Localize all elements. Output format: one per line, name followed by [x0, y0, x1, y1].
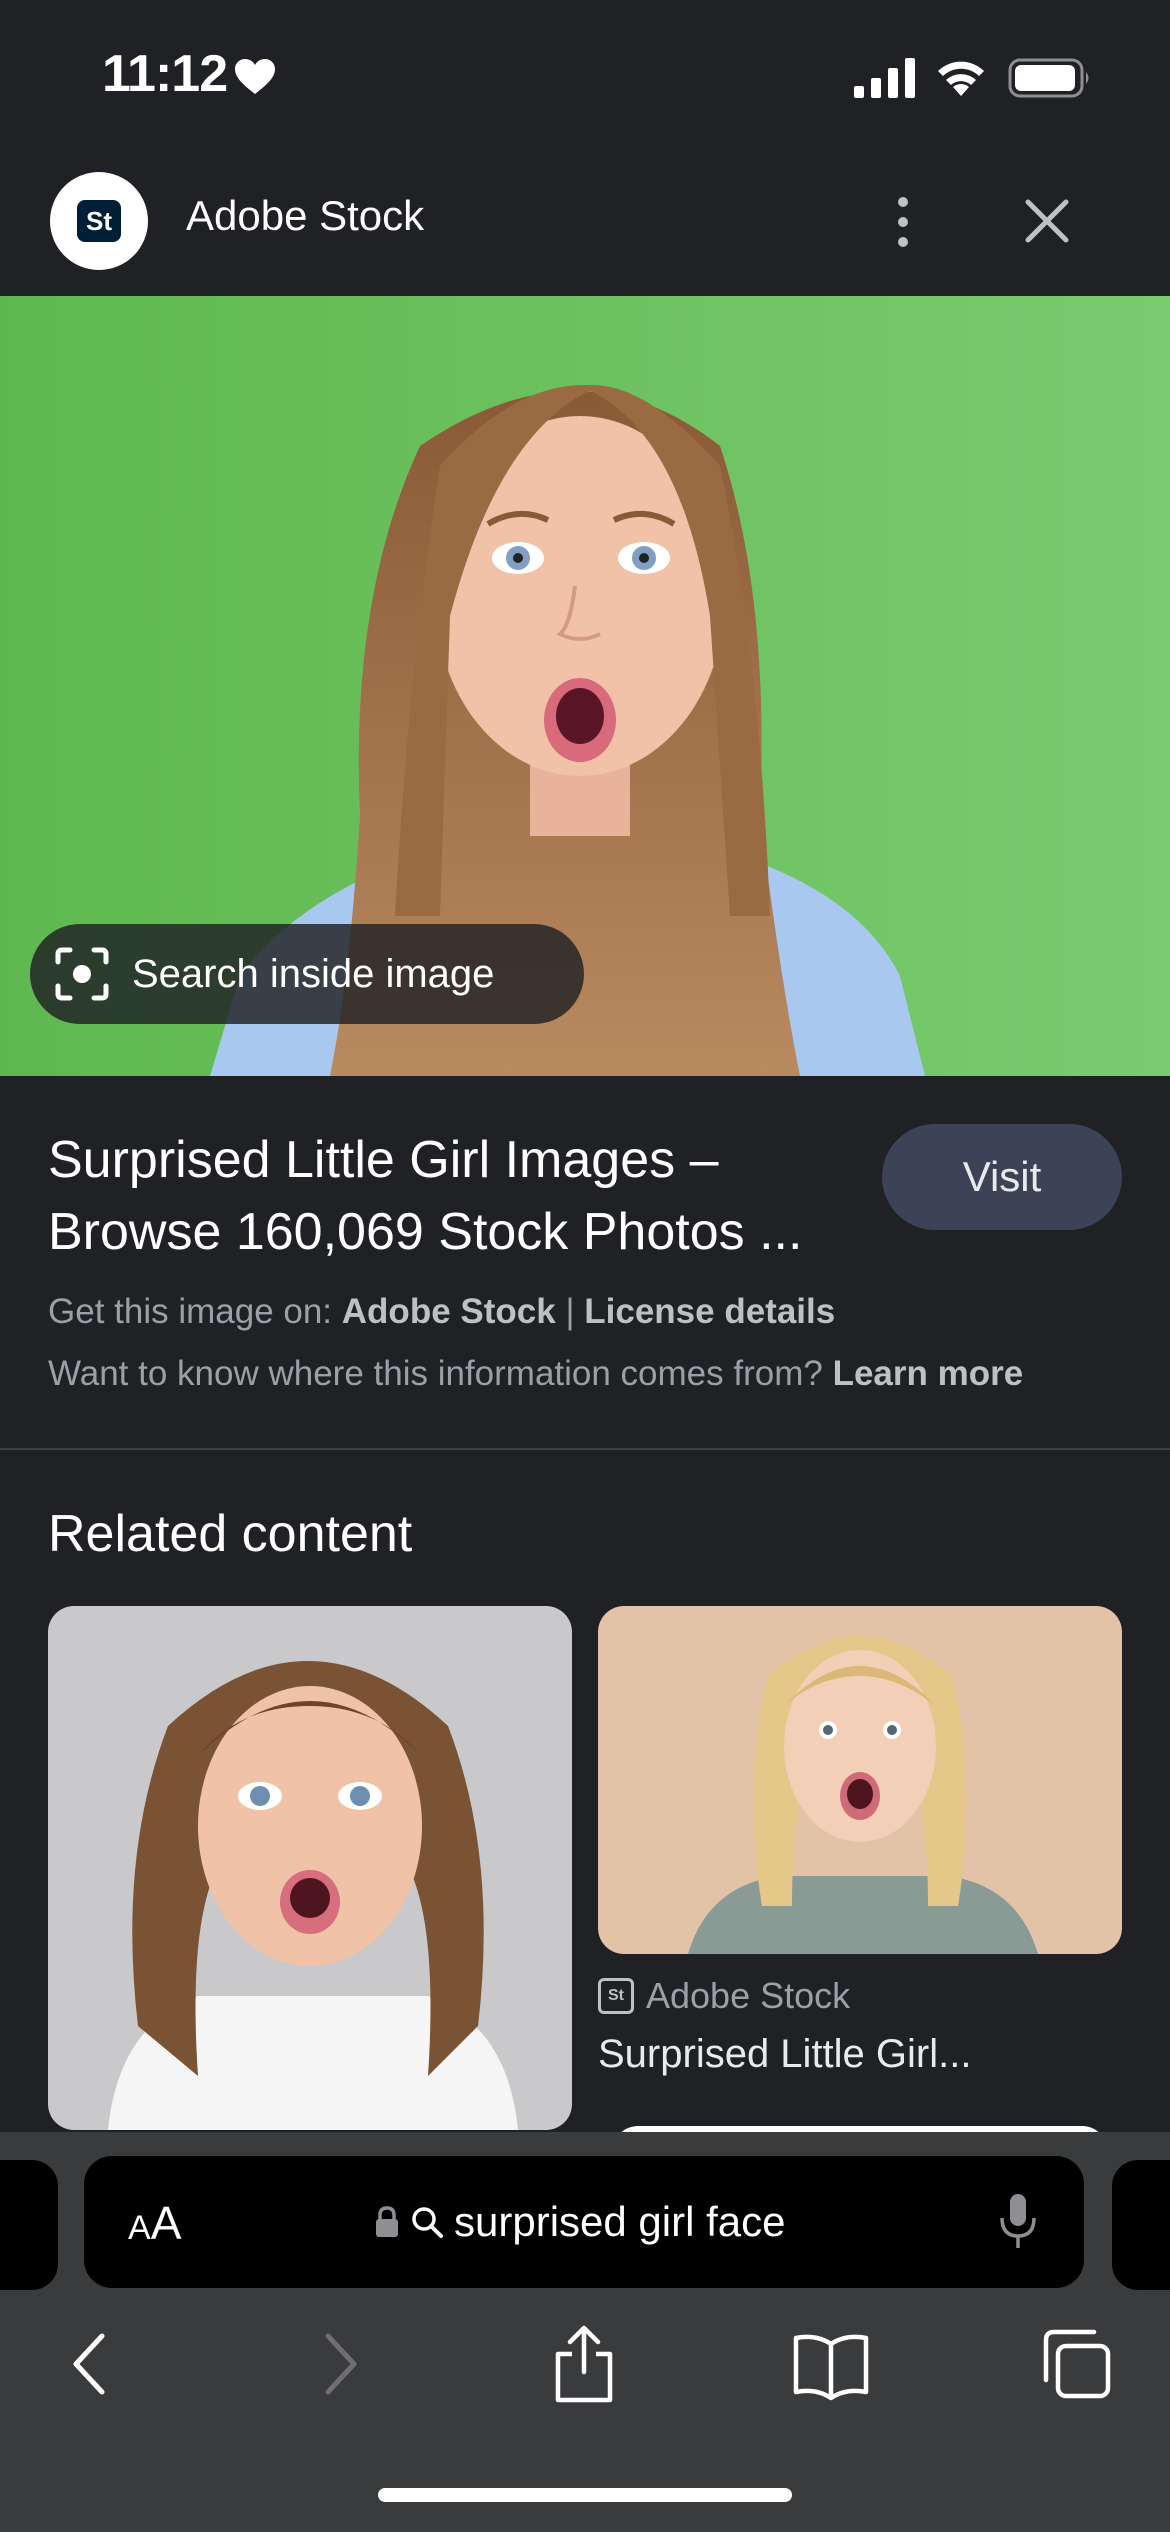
card2-source: St Adobe Stock	[598, 1974, 850, 2018]
status-bar: 11:12	[0, 0, 1170, 150]
related-content-heading: Related content	[48, 1505, 413, 1563]
source-separator: |	[565, 1292, 575, 1331]
forward-icon[interactable]	[310, 2324, 370, 2404]
signal-icon	[854, 58, 915, 98]
previous-tab-peek[interactable]	[0, 2160, 58, 2290]
address-bar[interactable]: A A surprised girl face	[84, 2156, 1084, 2288]
related-card-image-2[interactable]	[598, 1606, 1122, 1954]
tabs-icon[interactable]	[1038, 2324, 1114, 2404]
address-content[interactable]: surprised girl face	[374, 2194, 785, 2250]
result-title[interactable]: Surprised Little Girl Images – Browse 16…	[48, 1124, 878, 1268]
browser-toolbar: A A surprised girl face	[0, 2132, 1170, 2532]
back-icon[interactable]	[60, 2324, 120, 2404]
site-name[interactable]: Adobe Stock	[186, 192, 424, 240]
share-icon[interactable]	[546, 2324, 622, 2404]
license-details-link[interactable]: License details	[584, 1292, 835, 1331]
lens-icon	[55, 947, 109, 1001]
site-logo[interactable]: St	[50, 172, 148, 270]
card2-title[interactable]: Surprised Little Girl...	[598, 2032, 1122, 2077]
battery-icon	[1008, 58, 1089, 98]
text-size-small-a: A	[128, 2209, 151, 2247]
heart-icon	[235, 59, 275, 94]
card2-source-name: Adobe Stock	[646, 1975, 851, 2016]
related-photo-2	[598, 1606, 1122, 1954]
text-size-big-a: A	[150, 2197, 182, 2249]
wifi-icon	[938, 61, 984, 96]
close-icon[interactable]	[1012, 192, 1082, 252]
info-question: Want to know where this information come…	[48, 1354, 823, 1393]
search-inside-image-label: Search inside image	[132, 951, 495, 996]
search-icon	[412, 2207, 443, 2238]
next-tab-peek[interactable]	[1112, 2160, 1170, 2290]
adobe-stock-small-icon: St	[598, 1978, 634, 2014]
section-divider	[0, 1448, 1170, 1450]
learn-more-link[interactable]: Learn more	[833, 1354, 1024, 1393]
source-line: Get this image on: Adobe Stock | License…	[48, 1292, 835, 1332]
related-card-image-1[interactable]	[48, 1606, 572, 2130]
home-indicator	[378, 2488, 792, 2502]
get-image-prefix: Get this image on:	[48, 1292, 333, 1331]
status-time: 11:12	[102, 45, 228, 103]
lock-icon	[376, 2206, 398, 2237]
related-photo-1	[48, 1606, 572, 2130]
viewer-header: St Adobe Stock	[0, 150, 1170, 296]
mic-icon[interactable]	[998, 2192, 1038, 2252]
more-vert-icon[interactable]	[880, 192, 926, 252]
info-line: Want to know where this information come…	[48, 1354, 1023, 1394]
text-size-button[interactable]: A A	[128, 2196, 182, 2249]
address-text: surprised girl face	[454, 2198, 786, 2245]
source-link[interactable]: Adobe Stock	[342, 1292, 556, 1331]
bookmarks-icon[interactable]	[790, 2324, 872, 2404]
search-inside-image-button[interactable]: Search inside image	[30, 924, 584, 1024]
adobe-stock-logo: St	[77, 200, 121, 242]
hero-image[interactable]: Search inside image	[0, 296, 1170, 1076]
visit-button[interactable]: Visit	[882, 1124, 1122, 1230]
